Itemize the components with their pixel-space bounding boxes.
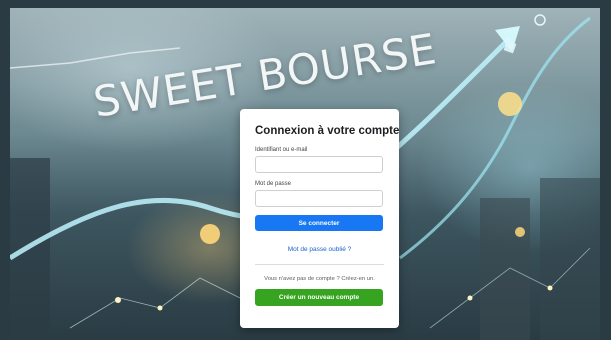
identifier-label: Identifiant ou e-mail: [255, 147, 308, 153]
login-title: Connexion à votre compte: [255, 125, 400, 137]
login-button[interactable]: Se connecter: [255, 215, 383, 231]
password-label: Mot de passe: [255, 181, 292, 187]
divider: [255, 264, 384, 265]
identifier-input[interactable]: [255, 156, 383, 173]
no-account-text: Vous n'avez pas de compte ? Créez-en un.: [264, 276, 375, 282]
forgot-password-link[interactable]: Mot de passe oublié ?: [255, 246, 384, 253]
login-card: Connexion à votre compte Identifiant ou …: [240, 109, 399, 328]
create-account-button[interactable]: Créer un nouveau compte: [255, 289, 383, 306]
password-input[interactable]: [255, 190, 383, 207]
